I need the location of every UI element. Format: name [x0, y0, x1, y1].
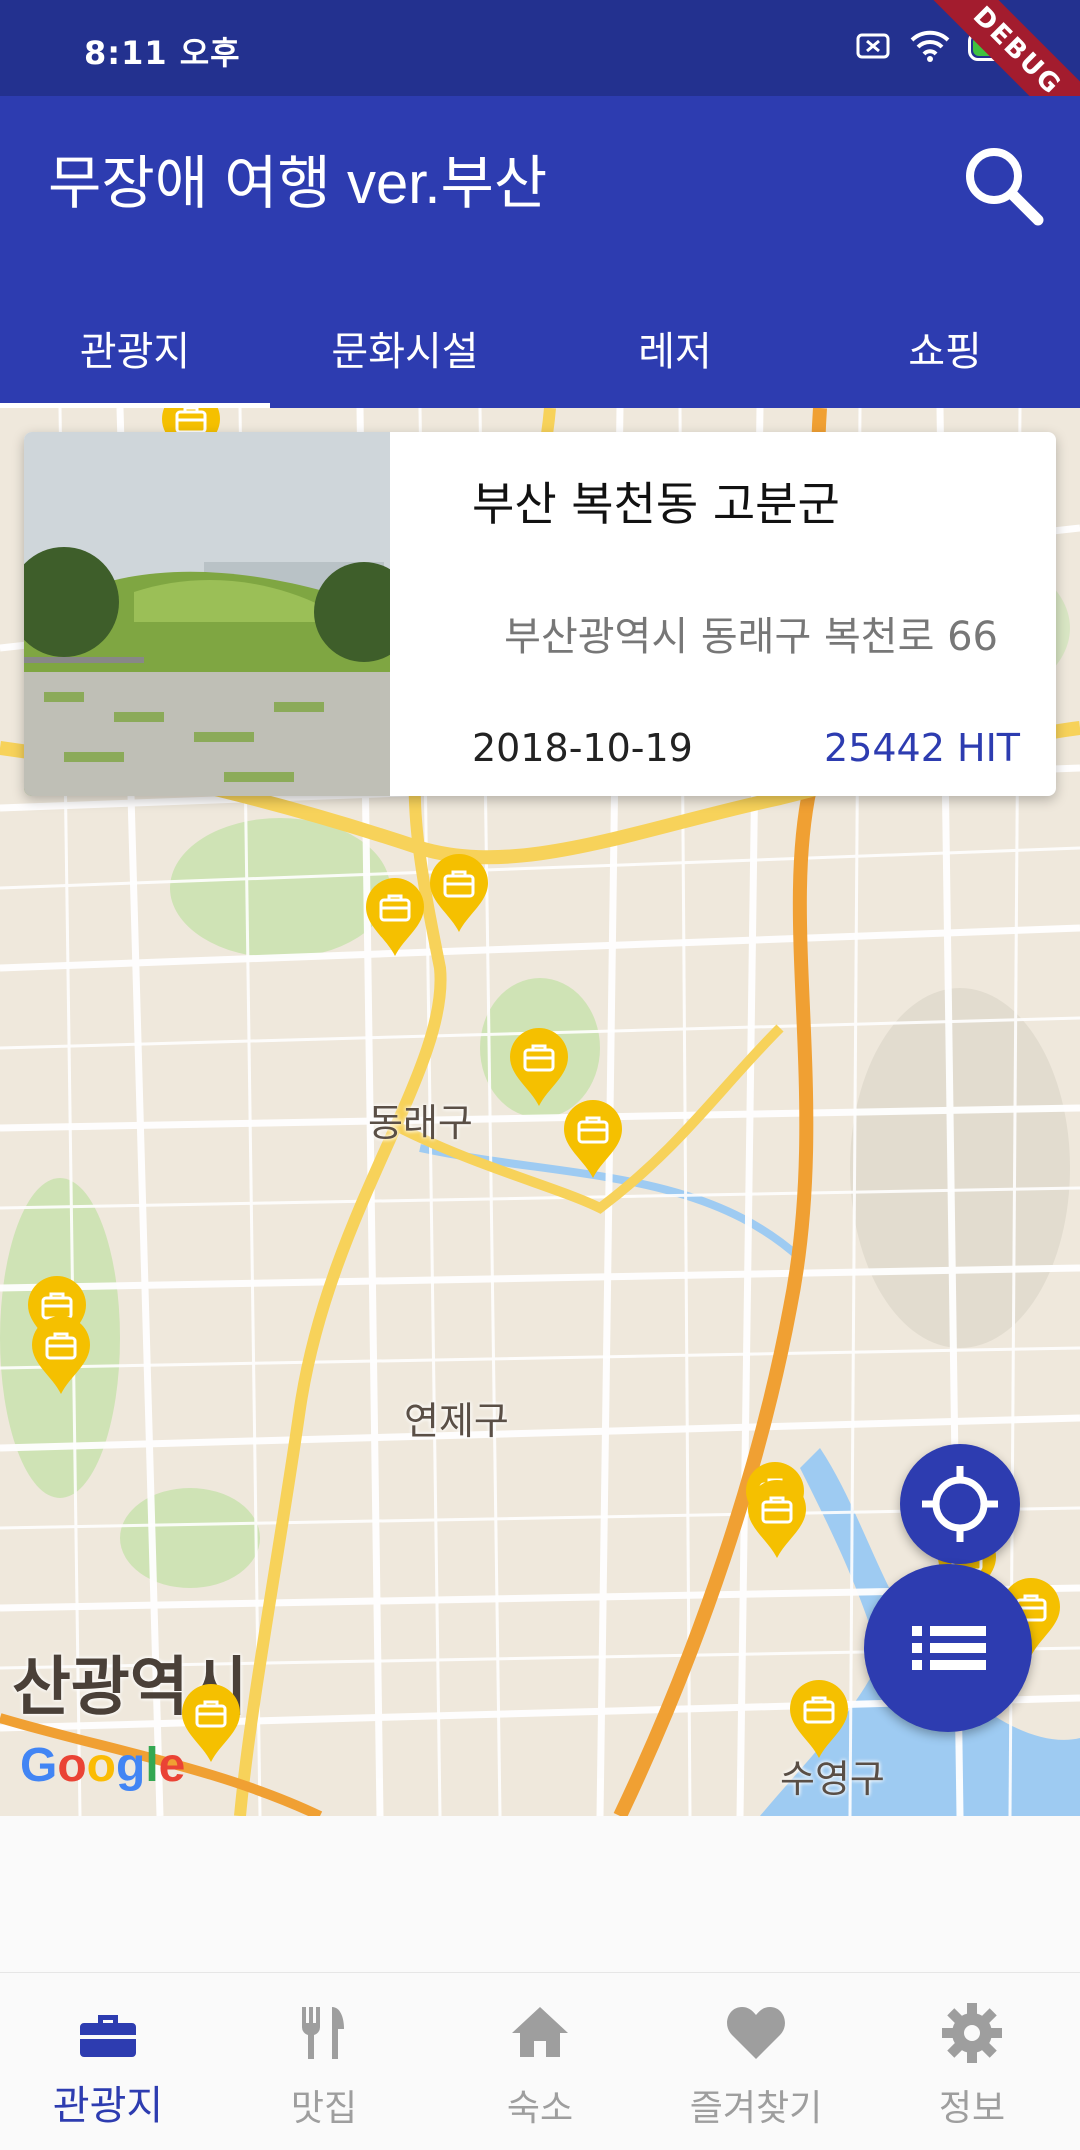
tab-cultural-facilities[interactable]: 문화시설 — [270, 296, 540, 408]
map-label-yeonje: 연제구 — [404, 1401, 509, 1443]
attraction-name: 부산 복천동 고분군 — [472, 477, 840, 531]
tourist-marker[interactable] — [30, 1314, 92, 1396]
search-icon[interactable] — [960, 142, 1044, 226]
my-location-icon — [922, 1466, 998, 1542]
attraction-address: 부산광역시 동래구 복천로 66 — [504, 614, 998, 660]
nav-label: 관광지 — [52, 2083, 164, 2129]
tourist-marker[interactable] — [364, 876, 426, 958]
notification-x-icon — [856, 33, 890, 59]
fork-knife-icon — [301, 2007, 344, 2059]
nav-favorites[interactable]: 즐겨찾기 — [648, 1973, 864, 2150]
app-bar: 무장애 여행 ver.부산 관광지 문화시설 레저 쇼핑 — [0, 96, 1080, 408]
bottom-navigation: 관광지 맛집 숙소 즐겨찾기 정보 — [0, 1972, 1080, 2150]
tourist-marker[interactable] — [788, 1678, 850, 1760]
attraction-date: 2018-10-19 — [472, 726, 693, 770]
my-location-button[interactable] — [900, 1444, 1020, 1564]
tourist-marker[interactable] — [562, 1098, 624, 1180]
nav-label: 맛집 — [290, 2088, 358, 2129]
tab-shopping[interactable]: 쇼핑 — [810, 296, 1080, 408]
attraction-hits: 25442 HIT — [824, 726, 1020, 770]
nav-lodging[interactable]: 숙소 — [432, 1973, 648, 2150]
map-label-dongnae: 동래구 — [368, 1103, 473, 1145]
nav-restaurants[interactable]: 맛집 — [216, 1973, 432, 2150]
tourist-marker[interactable] — [428, 852, 490, 934]
google-logo: Google — [20, 1739, 186, 1792]
status-bar: 8:11 오후 97 — [0, 0, 1080, 96]
gear-icon — [942, 2003, 1002, 2063]
briefcase-icon — [80, 2015, 136, 2057]
category-tabs: 관광지 문화시설 레저 쇼핑 — [0, 296, 1080, 408]
home-icon — [512, 2007, 568, 2057]
tourist-marker[interactable] — [508, 1026, 570, 1108]
heart-icon — [727, 2007, 785, 2059]
tourist-marker[interactable] — [746, 1478, 808, 1560]
nav-label: 정보 — [938, 2088, 1006, 2129]
nav-label: 숙소 — [506, 2088, 574, 2129]
wifi-icon — [910, 30, 950, 62]
attraction-photo — [24, 432, 390, 796]
app-title: 무장애 여행 ver.부산 — [48, 151, 548, 216]
list-view-button[interactable] — [864, 1564, 1032, 1732]
nav-info[interactable]: 정보 — [864, 1973, 1080, 2150]
tab-leisure[interactable]: 레저 — [540, 296, 810, 408]
nav-tourist-spots[interactable]: 관광지 — [0, 1973, 216, 2150]
nav-label: 즐겨찾기 — [689, 2088, 823, 2129]
tourist-marker[interactable] — [180, 1682, 242, 1764]
tab-tourist-spots[interactable]: 관광지 — [0, 296, 270, 408]
attraction-card[interactable]: 부산 복천동 고분군 부산광역시 동래구 복천로 66 2018-10-19 2… — [24, 432, 1056, 796]
status-time: 8:11 오후 — [84, 34, 241, 72]
list-icon — [912, 1626, 986, 1670]
